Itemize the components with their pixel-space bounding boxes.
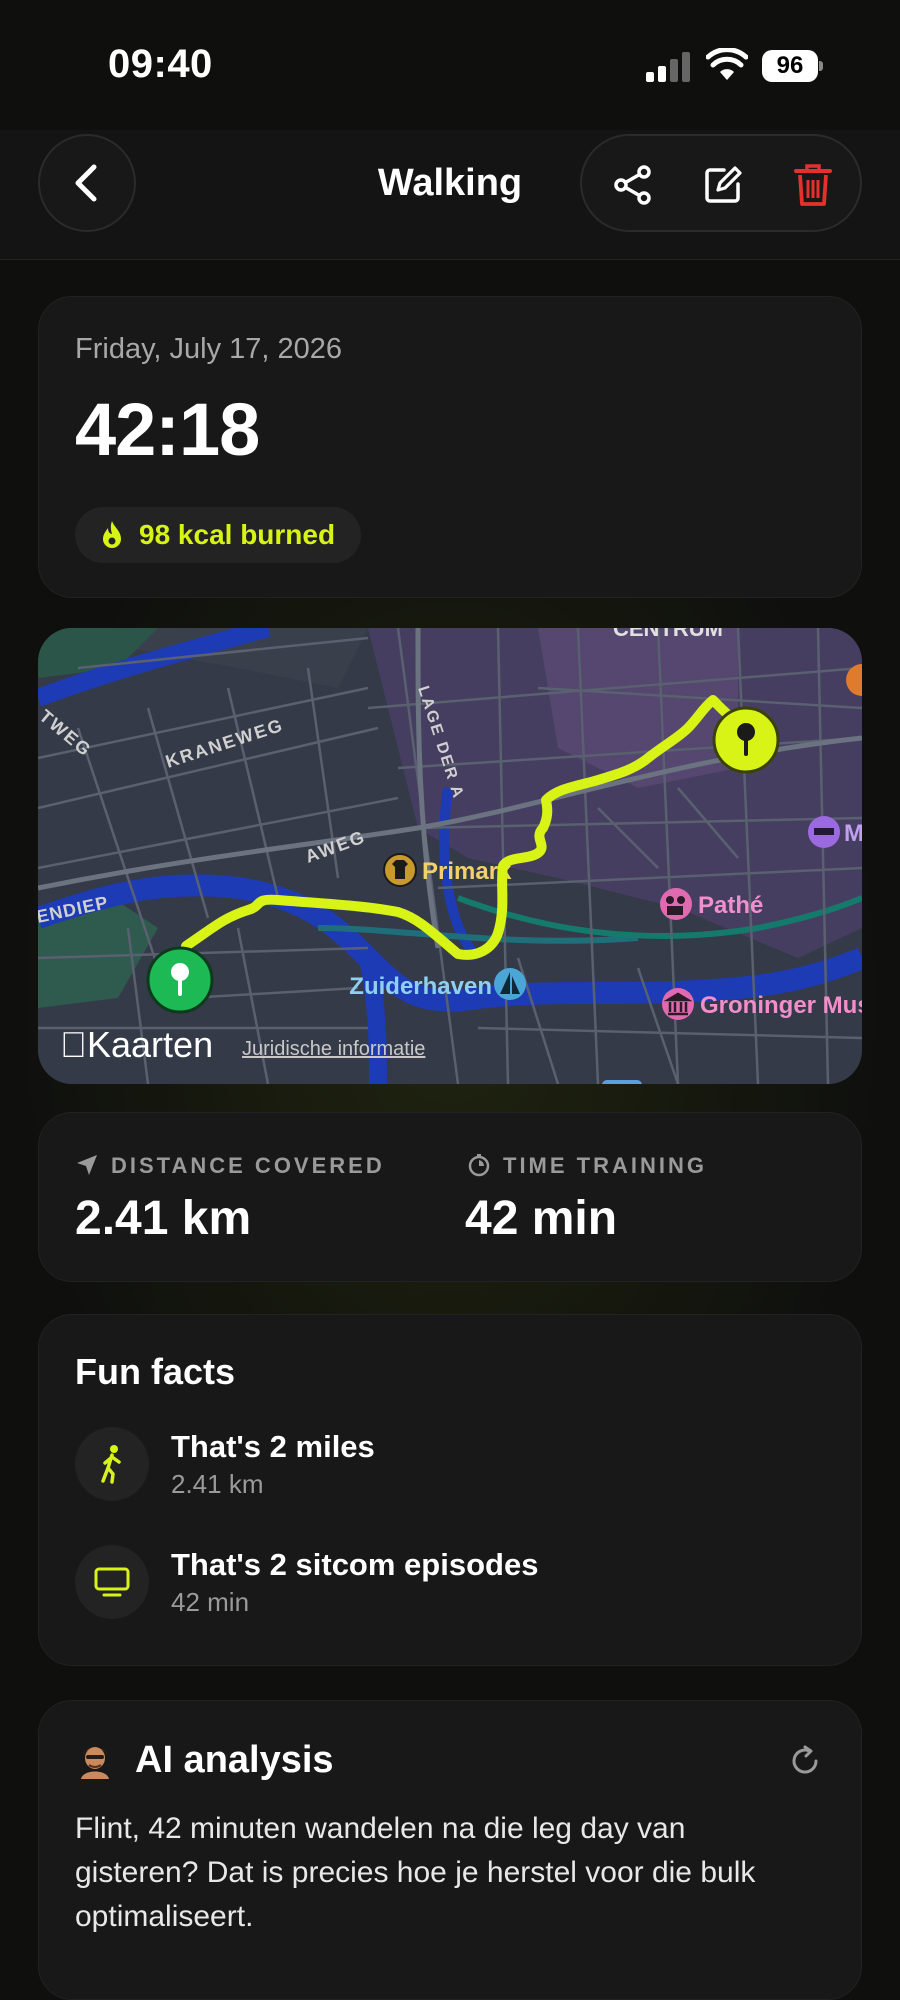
battery-icon: 96 (762, 50, 823, 82)
calories-badge: 98 kcal burned (75, 507, 362, 563)
fun-facts-card: Fun facts That's 2 miles 2.41 km That's … (38, 1314, 862, 1666)
poi-label: Groninger Mus (700, 992, 862, 1019)
poi-zuiderhaven[interactable]: Zuiderhaven (349, 968, 526, 1000)
ai-analysis-card: AI analysis Flint, 42 minuten wandelen n… (38, 1700, 862, 2000)
poi-hotel[interactable]: M (808, 816, 862, 848)
fun-fact-subtitle: 2.41 km (171, 1469, 264, 1499)
tv-icon (75, 1545, 149, 1619)
coach-avatar (75, 1739, 115, 1779)
share-icon (614, 165, 651, 205)
poi-label: Zuiderhaven (349, 973, 492, 1000)
poi-pathe[interactable]: Pathé (660, 888, 763, 920)
edit-icon (705, 166, 742, 203)
fun-fact-subtitle: 42 min (171, 1587, 250, 1617)
workout-duration: 42:18 (75, 388, 260, 471)
distance-value: 2.41 km (75, 1192, 252, 1245)
poi-label: M (844, 820, 862, 847)
trash-icon (794, 164, 832, 206)
header-actions (580, 134, 862, 232)
ai-analysis-text: Flint, 42 minuten wandelen na die leg da… (75, 1812, 756, 1933)
poi-label: Pathé (698, 892, 763, 919)
stopwatch-icon (468, 1154, 490, 1177)
map-label-centrum: CENTRUM (613, 628, 723, 641)
stats-card: DISTANCE COVERED 2.41 km TIME TRAINING 4… (38, 1112, 862, 1282)
fun-fact-item: That's 2 sitcom episodes 42 min (75, 1545, 835, 1621)
navigation-header: Walking (0, 130, 900, 260)
fun-fact-title: That's 2 sitcom episodes (171, 1547, 539, 1582)
delete-button[interactable] (788, 160, 838, 210)
apple-logo-icon:  (60, 1024, 87, 1065)
map-canvas: CENTRUM KRANEWEG LAGE DER A AWEG TWEG EN… (38, 628, 862, 1084)
maps-attribution: Kaarten (60, 1024, 213, 1066)
route-map[interactable]: CENTRUM KRANEWEG LAGE DER A AWEG TWEG EN… (38, 628, 862, 1084)
location-arrow-icon (77, 1155, 97, 1175)
workout-date: Friday, July 17, 2026 (75, 333, 343, 365)
time-training-label: TIME TRAINING (503, 1153, 707, 1178)
fun-fact-item: That's 2 miles 2.41 km (75, 1427, 835, 1503)
status-time: 09:40 (108, 42, 213, 86)
edit-button[interactable] (698, 160, 748, 210)
time-training-value: 42 min (465, 1192, 618, 1245)
chevron-left-icon (75, 164, 97, 202)
refresh-icon[interactable] (787, 1743, 823, 1779)
ai-analysis-title: AI analysis (135, 1739, 334, 1781)
battery-level: 96 (762, 50, 818, 82)
flame-icon (103, 521, 121, 548)
workout-summary-card: Friday, July 17, 2026 42:18 98 kcal burn… (38, 296, 862, 598)
back-button[interactable] (38, 134, 136, 232)
calories-label: 98 kcal burned (139, 519, 336, 550)
poi-primark[interactable]: Primark (383, 853, 512, 887)
distance-label: DISTANCE COVERED (111, 1153, 385, 1178)
legal-info-link[interactable]: Juridische informatie (242, 1038, 425, 1061)
wifi-icon (706, 48, 748, 80)
start-pin[interactable] (146, 946, 214, 1014)
status-bar: 09:40 96 (0, 0, 900, 130)
cellular-signal-icon (646, 52, 690, 82)
end-pin[interactable] (712, 706, 780, 774)
fun-facts-title: Fun facts (75, 1351, 236, 1392)
share-button[interactable] (608, 160, 658, 210)
walking-person-icon (75, 1427, 149, 1501)
fun-fact-title: That's 2 miles (171, 1429, 375, 1464)
maps-attribution-label: Kaarten (60, 1024, 213, 1065)
